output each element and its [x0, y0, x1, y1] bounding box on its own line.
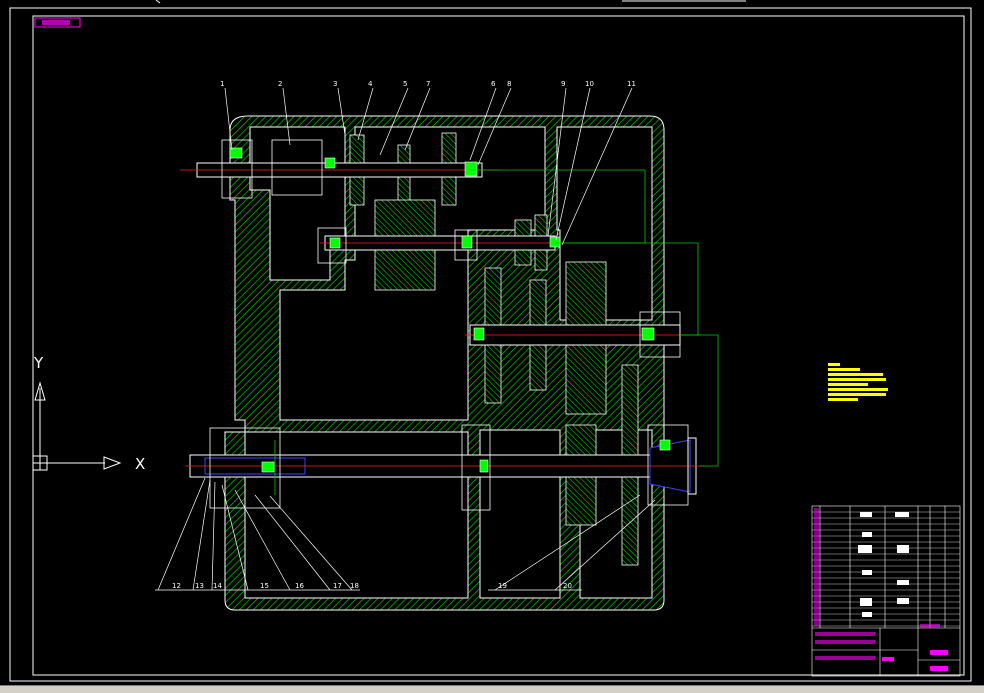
cad-drawing-canvas[interactable]: 1 2 3 4 5 7 6 8 9 10 11 12 13 14 15 16 1…	[0, 0, 984, 693]
part-number: 19	[498, 582, 507, 590]
part-number: 16	[295, 582, 304, 590]
part-number: 13	[195, 582, 204, 590]
status-bar	[0, 685, 984, 693]
part-number: 6	[491, 80, 496, 88]
part-number: 3	[333, 80, 337, 88]
bearing-5	[461, 235, 473, 249]
bearing-8	[641, 327, 655, 341]
top-edge-marks	[155, 0, 746, 4]
part-number: 10	[585, 80, 594, 88]
part-number: 1	[220, 80, 224, 88]
technical-notes	[828, 363, 888, 401]
part-number: 12	[172, 582, 181, 590]
bearing-6	[549, 236, 561, 248]
bearing-10	[479, 459, 489, 473]
part-number: 5	[403, 80, 407, 88]
part-number: 9	[561, 80, 565, 88]
part-number: 8	[507, 80, 511, 88]
bearing-3	[464, 161, 478, 177]
bearing-4	[329, 237, 341, 249]
parts-list-entries	[858, 512, 909, 617]
part-number: 17	[333, 582, 342, 590]
part-number: 20	[563, 582, 572, 590]
ucs-icon	[32, 381, 122, 471]
ucs-y-label: Y	[33, 354, 44, 372]
ucs-x-label: X	[135, 455, 145, 473]
part-number: 11	[627, 80, 636, 88]
part-number: 7	[426, 80, 430, 88]
part-number: 2	[278, 80, 282, 88]
bearing-7	[473, 327, 485, 341]
bearing-11	[659, 439, 671, 451]
bearing-2	[324, 157, 336, 169]
title-tag-fill	[42, 20, 70, 25]
title-block-labels	[814, 508, 948, 671]
parts-list-rows	[812, 511, 960, 627]
part-number: 14	[213, 582, 222, 590]
part-number: 15	[260, 582, 269, 590]
part-number: 18	[350, 582, 359, 590]
gear-set	[349, 132, 639, 566]
bearing-9	[261, 461, 275, 473]
part-number: 4	[368, 80, 373, 88]
